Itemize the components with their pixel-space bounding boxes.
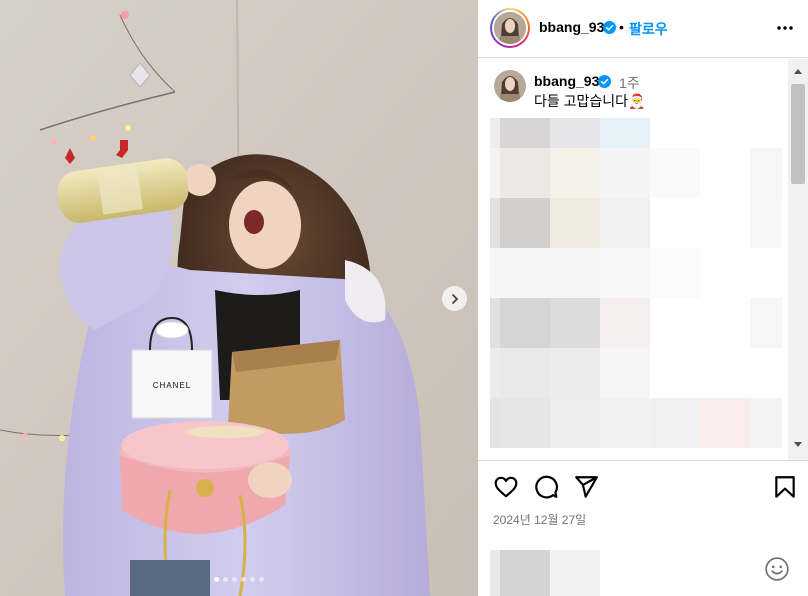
verified-badge-icon [598, 75, 611, 88]
follow-button[interactable]: 팔로우 [629, 19, 668, 39]
bag-brand-text: CHANEL [153, 381, 191, 390]
chevron-right-icon [451, 293, 458, 304]
next-photo-button[interactable] [442, 286, 467, 311]
post-header: bbang_93 • 팔로우 [478, 0, 808, 58]
blurred-comment-input [490, 550, 600, 596]
caption-avatar[interactable] [494, 70, 526, 102]
scroll-thumb[interactable] [791, 84, 805, 184]
post-side-panel: bbang_93 • 팔로우 bbang_93 1주 다들 고맙습니다🎅 202… [478, 0, 808, 596]
pagination-dot [223, 577, 228, 582]
caption-text-body: 다들 고맙습니다 [534, 93, 629, 109]
avatar [494, 12, 526, 44]
scroll-up-arrow-icon[interactable] [794, 69, 802, 74]
comments-area[interactable]: bbang_93 1주 다들 고맙습니다🎅 [478, 59, 808, 460]
pagination-dot [232, 577, 237, 582]
santa-emoji: 🎅 [628, 93, 646, 109]
story-ring[interactable] [490, 8, 530, 48]
pagination-dot [259, 577, 264, 582]
header-separator: • [619, 19, 624, 35]
post-actions: 2024년 12월 27일 [478, 460, 808, 550]
header-username[interactable]: bbang_93 [539, 19, 604, 35]
pagination-dot [250, 577, 255, 582]
caption-text: 다들 고맙습니다🎅 [534, 91, 646, 111]
post-photo[interactable]: CHANEL [0, 0, 478, 596]
post-date[interactable]: 2024년 12월 27일 [493, 511, 586, 528]
caption-time[interactable]: 1주 [619, 73, 640, 93]
caption-username[interactable]: bbang_93 [534, 73, 599, 89]
photo-image: CHANEL [0, 0, 478, 596]
emoji-icon[interactable] [764, 556, 790, 582]
photo-pagination [0, 577, 478, 582]
share-icon[interactable] [573, 474, 599, 500]
comments-scrollbar[interactable] [788, 59, 808, 460]
pagination-dot [241, 577, 246, 582]
more-options-icon[interactable] [775, 18, 795, 38]
pagination-dot [214, 577, 219, 582]
heart-icon[interactable] [493, 474, 519, 500]
comment-icon[interactable] [533, 474, 559, 500]
verified-badge-icon [603, 21, 616, 34]
scroll-down-arrow-icon[interactable] [794, 442, 802, 447]
blurred-comments [490, 118, 782, 448]
bookmark-icon[interactable] [772, 474, 798, 500]
